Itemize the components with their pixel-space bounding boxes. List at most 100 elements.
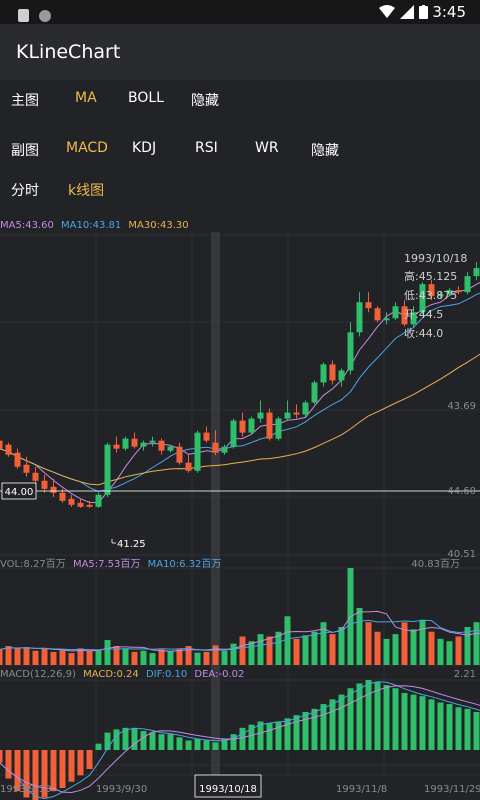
macd-bar <box>365 680 372 750</box>
macd-bar <box>77 750 84 776</box>
volume-bar <box>437 638 444 665</box>
macd-bar <box>410 694 417 750</box>
macd-bar <box>176 737 183 750</box>
macd-bar <box>185 740 192 750</box>
volume-bar <box>95 649 102 665</box>
macd-bar <box>104 732 111 750</box>
sub-kdj-option[interactable]: KDJ <box>132 140 156 156</box>
candle-body <box>167 446 174 451</box>
ma30-line <box>0 353 480 486</box>
volume-bar <box>311 631 318 665</box>
main-label: 主图 <box>11 93 39 109</box>
macd-bar <box>356 683 363 750</box>
candle-body <box>347 332 354 371</box>
candle-body <box>5 444 12 455</box>
legend-ma10: MA10:43.81 <box>61 220 121 231</box>
macd-bar <box>194 738 201 750</box>
macd-bar <box>338 694 345 750</box>
macd-bar <box>86 750 93 770</box>
macd-bar <box>401 692 408 750</box>
volume-bar <box>158 649 165 665</box>
candle-body <box>230 420 237 447</box>
legend-macd: MACD:0.24 <box>83 669 139 680</box>
volume-bar <box>203 651 210 665</box>
volume-max-label: 40.83百万 <box>411 558 460 570</box>
sync-icon <box>39 9 51 22</box>
candle-body <box>365 302 372 309</box>
macd-legend: MACD(12,26,9) MACD:0.24 DIF:0.10 DEA:-0.… <box>0 669 244 680</box>
candle-body <box>248 418 255 433</box>
main-ma-option[interactable]: MA <box>75 90 97 106</box>
macd-bar <box>329 699 336 750</box>
candle-body <box>302 402 309 415</box>
sub-rsi-option[interactable]: RSI <box>195 140 218 156</box>
macd-bar <box>68 750 75 782</box>
candle-body <box>275 418 282 439</box>
volume-bar <box>221 650 228 665</box>
legend-dea: DEA:-0.02 <box>194 669 244 680</box>
mode-timeshare-option[interactable]: 分时 <box>11 180 39 200</box>
main-indicator-row: 主图 MA BOLL 隐藏 <box>0 80 480 120</box>
candle-body <box>113 444 120 449</box>
x-axis-label: 1993/11/29 <box>424 784 480 795</box>
candle-body <box>221 446 228 453</box>
macd-bar <box>392 688 399 750</box>
app-title: KLineChart <box>16 41 121 63</box>
candle-body <box>392 306 399 319</box>
tooltip-date: 1993/10/18 <box>404 252 467 265</box>
macd-bar <box>374 681 381 750</box>
status-time: 3:45 <box>432 3 466 21</box>
main-boll-option[interactable]: BOLL <box>128 90 164 106</box>
macd-bar <box>140 730 147 750</box>
sub-macd-option[interactable]: MACD <box>66 140 108 156</box>
x-axis-label: 1993/9/10 <box>0 784 51 795</box>
legend-macd-params: MACD(12,26,9) <box>0 669 76 680</box>
ma10-line <box>0 292 480 493</box>
battery-icon <box>418 5 428 19</box>
volume-bar <box>356 607 363 665</box>
volume-bar <box>194 652 201 665</box>
volume-bar <box>122 648 129 665</box>
macd-bar <box>212 742 219 750</box>
legend-dif: DIF:0.10 <box>146 669 187 680</box>
volume-bar <box>0 649 3 665</box>
sub-wr-option[interactable]: WR <box>255 140 279 156</box>
macd-bar <box>284 718 291 750</box>
x-axis-label: 1993/9/30 <box>96 784 147 795</box>
tooltip-close: 收:44.0 <box>404 326 443 340</box>
price-tick-label: 44.60 <box>447 486 476 497</box>
sub-indicator-row: 副图 MACD KDJ RSI WR 隐藏 <box>0 130 480 170</box>
volume-bar <box>293 638 300 665</box>
candle-body <box>158 440 165 451</box>
macd-bar <box>230 734 237 750</box>
volume-bar <box>59 650 66 665</box>
macd-bar <box>131 727 138 750</box>
candle-body <box>95 494 102 507</box>
macd-bar <box>113 729 120 750</box>
macd-bar <box>302 711 309 750</box>
volume-bar <box>266 636 273 665</box>
volume-bar <box>410 629 417 665</box>
volume-bar <box>149 653 156 665</box>
volume-bar <box>374 631 381 665</box>
volume-bar <box>50 651 57 665</box>
sd-card-icon <box>18 9 29 22</box>
macd-bar <box>446 704 453 750</box>
candle-body <box>473 268 480 277</box>
min-price-label: 41.25 <box>117 539 146 550</box>
candle-body <box>338 370 345 381</box>
current-price-tag: 44.00 <box>1 482 37 500</box>
sub-hide-option[interactable]: 隐藏 <box>311 140 339 160</box>
candle-body <box>185 462 192 471</box>
candle-body <box>374 308 381 321</box>
mode-kline-option[interactable]: k线图 <box>68 180 104 200</box>
candle-body <box>293 412 300 415</box>
signal-icon <box>399 5 414 19</box>
main-hide-option[interactable]: 隐藏 <box>191 90 219 110</box>
volume-bar <box>14 648 21 665</box>
candle-body <box>320 364 327 383</box>
volume-bar <box>239 636 246 665</box>
candle-body <box>122 438 129 449</box>
volume-bar <box>32 650 39 665</box>
kline-chart[interactable]: MA5:43.60 MA10:43.81 MA30:43.30 44.60 43… <box>0 210 480 800</box>
